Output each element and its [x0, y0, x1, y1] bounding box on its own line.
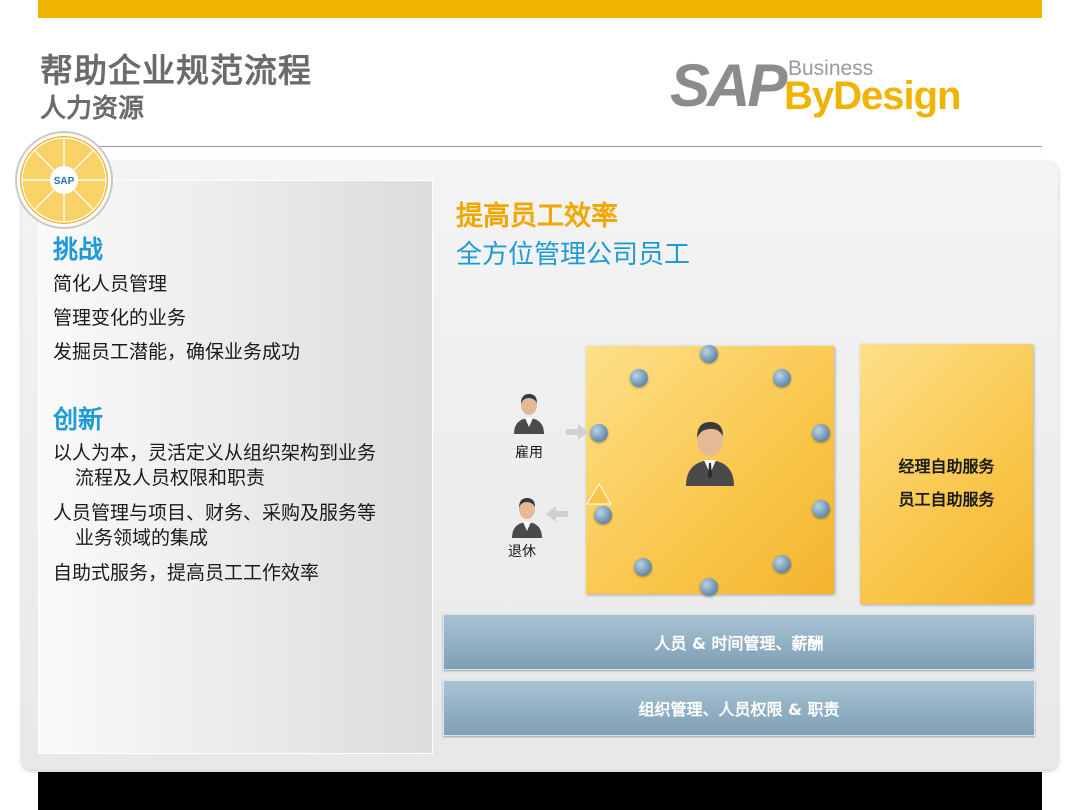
employee-self-service-label: 员工自助服务 — [898, 490, 995, 509]
challenge-item: 发掘员工潜能，确保业务成功 — [53, 341, 301, 363]
lifecycle-dot — [594, 506, 612, 524]
time-payroll-band: 人员 & 时间管理、薪酬 — [443, 614, 1035, 670]
lifecycle-dot — [630, 369, 648, 387]
lifecycle-dot — [700, 345, 718, 363]
bottom-bar — [38, 772, 1042, 810]
lifecycle-dot — [812, 500, 830, 518]
lifecycle-dot — [590, 424, 608, 442]
badge-text: SAP — [54, 176, 75, 187]
innovation-heading: 创新 — [53, 405, 104, 434]
header-divider — [38, 146, 1042, 147]
arrow-right-icon — [566, 424, 588, 440]
challenge-item: 管理变化的业务 — [53, 307, 187, 329]
lifecycle-dot — [773, 369, 791, 387]
page-subtitle: 人力资源 — [40, 94, 145, 124]
triangle-marker-icon — [586, 483, 612, 505]
retire-label: 退休 — [508, 544, 536, 560]
section-subtitle: 全方位管理公司员工 — [456, 240, 691, 270]
arrow-left-icon — [546, 506, 568, 522]
lifecycle-dot — [812, 424, 830, 442]
innovation-item-line: 流程及人员权限和职责 — [75, 467, 266, 489]
top-accent-bar — [38, 0, 1042, 18]
org-management-band: 组织管理、人员权限 & 职责 — [443, 680, 1035, 736]
challenge-heading: 挑战 — [53, 235, 104, 264]
employee-person-icon — [686, 422, 734, 486]
logo-bydesign-text: ByDesign — [784, 74, 961, 118]
innovation-item-line: 人员管理与项目、财务、采购及服务等 — [53, 502, 377, 524]
innovation-item-line: 自助式服务，提高员工工作效率 — [53, 562, 320, 584]
lifecycle-dot — [700, 578, 718, 596]
retire-person-icon — [512, 498, 542, 538]
logo-sap-text: SAP — [670, 52, 787, 119]
innovation-item-line: 以人为本，灵活定义从组织架构到业务 — [53, 442, 377, 464]
hire-person-icon — [514, 394, 544, 434]
process-wheel-badge-icon: SAP — [15, 131, 113, 229]
hire-label: 雇用 — [515, 445, 543, 461]
manager-self-service-label: 经理自助服务 — [898, 457, 995, 476]
page-title: 帮助企业规范流程 — [40, 51, 312, 90]
section-title: 提高员工效率 — [456, 201, 618, 232]
innovation-item-line: 业务领域的集成 — [75, 527, 209, 549]
lifecycle-dot — [634, 558, 652, 576]
lifecycle-dot — [773, 555, 791, 573]
challenge-item: 简化人员管理 — [53, 273, 168, 295]
